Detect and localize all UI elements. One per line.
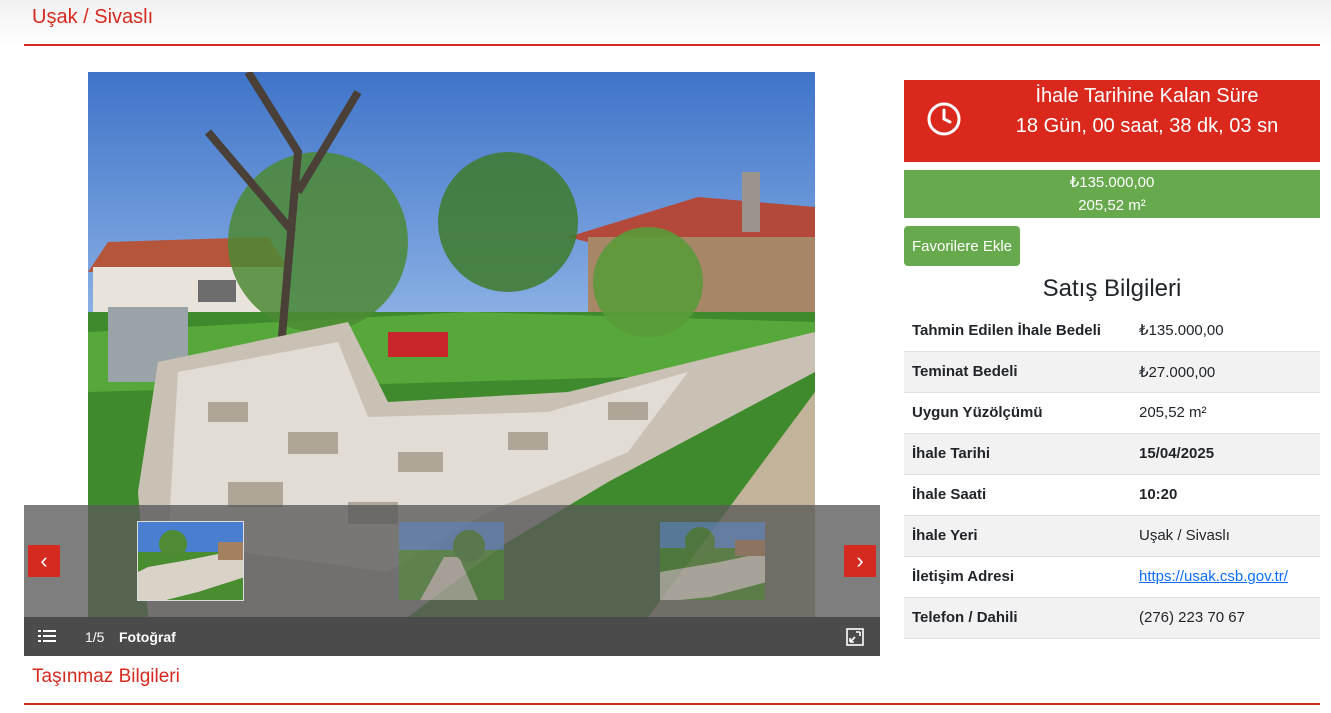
gallery-toolbar: 1/5 Fotoğraf bbox=[24, 617, 880, 656]
price-box: ₺135.000,00 205,52 m² bbox=[904, 170, 1320, 218]
table-row: Teminat Bedeli ₺27.000,00 bbox=[904, 351, 1320, 392]
section-divider bbox=[24, 703, 1320, 705]
row-value: https://usak.csb.gov.tr/ bbox=[1131, 556, 1320, 597]
countdown-value: 18 Gün, 00 saat, 38 dk, 03 sn bbox=[1015, 115, 1279, 137]
contact-link[interactable]: https://usak.csb.gov.tr/ bbox=[1139, 568, 1288, 585]
section-title: Taşınmaz Bilgileri bbox=[32, 666, 180, 687]
row-value: ₺27.000,00 bbox=[1139, 363, 1216, 381]
price-area: 205,52 m² bbox=[1078, 197, 1146, 214]
row-label: İhale Tarihi bbox=[912, 445, 991, 462]
fullscreen-icon[interactable] bbox=[846, 628, 864, 649]
row-label: İhale Saati bbox=[912, 486, 987, 503]
thumbnail-2[interactable] bbox=[398, 521, 505, 601]
table-row: Telefon / Dahili (276) 223 70 67 bbox=[904, 597, 1320, 638]
photo-gallery: ‹ › 1/5 Fotoğraf bbox=[24, 72, 880, 656]
title-divider bbox=[24, 44, 1320, 46]
row-label: Tahmin Edilen İhale Bedeli bbox=[912, 321, 1101, 339]
header-band bbox=[0, 0, 1331, 46]
row-label: İletişim Adresi bbox=[912, 568, 1014, 585]
thumbnail-3[interactable] bbox=[659, 521, 766, 601]
price-amount: ₺135.000,00 bbox=[1069, 174, 1155, 191]
sales-info-table: Tahmin Edilen İhale Bedeli ₺135.000,00 T… bbox=[904, 310, 1320, 639]
list-icon[interactable] bbox=[38, 629, 56, 646]
thumbnail-strip: ‹ › bbox=[24, 505, 880, 617]
row-value: 10:20 bbox=[1139, 486, 1178, 503]
row-value: 15/04/2025 bbox=[1139, 445, 1215, 462]
table-row: İletişim Adresi https://usak.csb.gov.tr/ bbox=[904, 556, 1320, 597]
row-label: Telefon / Dahili bbox=[912, 609, 1018, 626]
row-label: İhale Yeri bbox=[912, 527, 978, 544]
thumbnail-1[interactable] bbox=[137, 521, 244, 601]
photo-caption: Fotoğraf bbox=[119, 629, 176, 645]
table-row: Tahmin Edilen İhale Bedeli ₺135.000,00 bbox=[904, 310, 1320, 351]
photo-counter: 1/5 bbox=[85, 629, 105, 645]
row-value: 205,52 m² bbox=[1139, 404, 1207, 421]
table-row: İhale Saati 10:20 bbox=[904, 474, 1320, 515]
row-value: ₺135.000,00 bbox=[1139, 322, 1224, 340]
add-to-favorites-button[interactable]: Favorilere Ekle bbox=[904, 226, 1020, 266]
sales-info-title: Satış Bilgileri bbox=[1042, 275, 1182, 302]
prev-photo-button[interactable]: ‹ bbox=[28, 545, 60, 577]
row-label: Uygun Yüzölçümü bbox=[912, 404, 1043, 421]
countdown-label: İhale Tarihine Kalan Süre bbox=[1035, 85, 1259, 107]
countdown-box: İhale Tarihine Kalan Süre 18 Gün, 00 saa… bbox=[904, 80, 1320, 162]
row-label: Teminat Bedeli bbox=[912, 363, 1018, 380]
row-value: Uşak / Sivaslı bbox=[1139, 527, 1230, 544]
row-value: (276) 223 70 67 bbox=[1139, 609, 1245, 626]
table-row: İhale Yeri Uşak / Sivaslı bbox=[904, 515, 1320, 556]
table-row: Uygun Yüzölçümü 205,52 m² bbox=[904, 392, 1320, 433]
page-title: Uşak / Sivaslı bbox=[32, 6, 154, 28]
table-row: İhale Tarihi 15/04/2025 bbox=[904, 433, 1320, 474]
next-photo-button[interactable]: › bbox=[844, 545, 876, 577]
